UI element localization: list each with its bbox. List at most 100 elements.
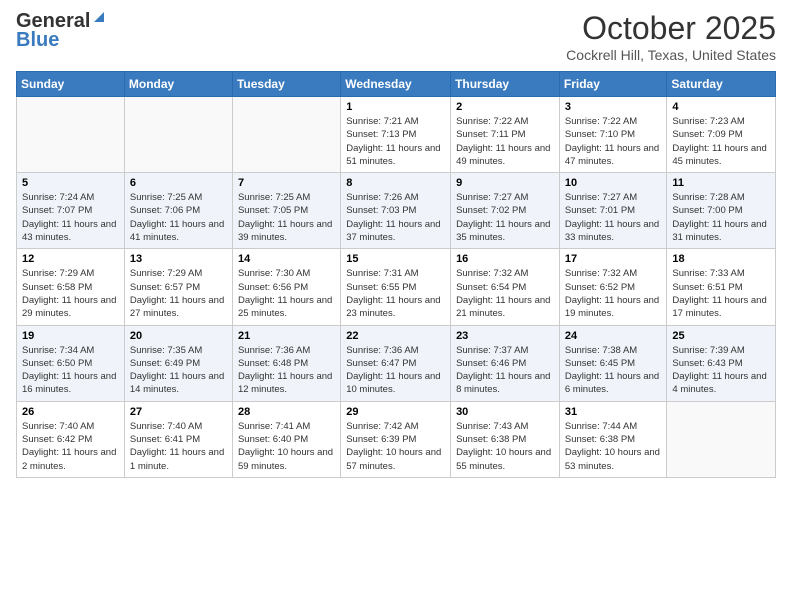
day-number: 22	[346, 330, 445, 342]
table-cell: 3 Sunrise: 7:22 AMSunset: 7:10 PMDaylight…	[559, 97, 667, 173]
calendar-week-row: 12 Sunrise: 7:29 AMSunset: 6:58 PMDayligh…	[17, 249, 776, 325]
day-number: 4	[672, 101, 770, 113]
day-number: 8	[346, 177, 445, 189]
calendar-week-row: 26 Sunrise: 7:40 AMSunset: 6:42 PMDayligh…	[17, 401, 776, 477]
day-info: Sunrise: 7:27 AMSunset: 7:02 PMDaylight:…	[456, 191, 554, 244]
day-number: 19	[22, 330, 119, 342]
table-cell: 20Sunrise: 7:35 AMSunset: 6:49 PMDayligh…	[124, 325, 232, 401]
page-header: General Blue October 2025 Cockrell Hill,…	[16, 10, 776, 63]
calendar-week-row: 1 Sunrise: 7:21 AMSunset: 7:13 PMDaylight…	[17, 97, 776, 173]
day-number: 21	[238, 330, 335, 342]
day-info: Sunrise: 7:38 AMSunset: 6:45 PMDaylight:…	[565, 344, 662, 397]
table-cell: 5Sunrise: 7:24 AMSunset: 7:07 PMDaylight…	[17, 173, 125, 249]
table-cell: 1 Sunrise: 7:21 AMSunset: 7:13 PMDaylight…	[341, 97, 451, 173]
day-info: Sunrise: 7:42 AMSunset: 6:39 PMDaylight:…	[346, 420, 445, 473]
table-cell: 22 Sunrise: 7:36 AMSunset: 6:47 PMDayligh…	[341, 325, 451, 401]
day-number: 26	[22, 406, 119, 418]
day-number: 2	[456, 101, 554, 113]
day-number: 20	[130, 330, 227, 342]
col-friday: Friday	[559, 72, 667, 97]
day-info: Sunrise: 7:36 AMSunset: 6:48 PMDaylight:…	[238, 344, 335, 397]
day-info: Sunrise: 7:32 AMSunset: 6:54 PMDaylight:…	[456, 267, 554, 320]
calendar-week-row: 5Sunrise: 7:24 AMSunset: 7:07 PMDaylight…	[17, 173, 776, 249]
day-info: Sunrise: 7:21 AMSunset: 7:13 PMDaylight:…	[346, 115, 445, 168]
col-thursday: Thursday	[451, 72, 560, 97]
day-info: Sunrise: 7:22 AMSunset: 7:11 PMDaylight:…	[456, 115, 554, 168]
day-number: 12	[22, 253, 119, 265]
table-cell: 23 Sunrise: 7:37 AMSunset: 6:46 PMDayligh…	[451, 325, 560, 401]
day-info: Sunrise: 7:23 AMSunset: 7:09 PMDaylight:…	[672, 115, 770, 168]
title-block: October 2025 Cockrell Hill, Texas, Unite…	[566, 10, 776, 63]
table-cell	[17, 97, 125, 173]
day-info: Sunrise: 7:24 AMSunset: 7:07 PMDaylight:…	[22, 191, 119, 244]
col-wednesday: Wednesday	[341, 72, 451, 97]
day-info: Sunrise: 7:31 AMSunset: 6:55 PMDaylight:…	[346, 267, 445, 320]
logo: General Blue	[16, 10, 106, 52]
table-cell: 19 Sunrise: 7:34 AMSunset: 6:50 PMDayligh…	[17, 325, 125, 401]
day-number: 25	[672, 330, 770, 342]
day-number: 11	[672, 177, 770, 189]
day-info: Sunrise: 7:28 AMSunset: 7:00 PMDaylight:…	[672, 191, 770, 244]
day-number: 28	[238, 406, 335, 418]
table-cell: 13 Sunrise: 7:29 AMSunset: 6:57 PMDayligh…	[124, 249, 232, 325]
day-info: Sunrise: 7:29 AMSunset: 6:57 PMDaylight:…	[130, 267, 227, 320]
table-cell: 10Sunrise: 7:27 AMSunset: 7:01 PMDayligh…	[559, 173, 667, 249]
day-number: 13	[130, 253, 227, 265]
table-cell	[667, 401, 776, 477]
day-info: Sunrise: 7:37 AMSunset: 6:46 PMDaylight:…	[456, 344, 554, 397]
day-info: Sunrise: 7:26 AMSunset: 7:03 PMDaylight:…	[346, 191, 445, 244]
day-number: 29	[346, 406, 445, 418]
day-info: Sunrise: 7:40 AMSunset: 6:41 PMDaylight:…	[130, 420, 227, 473]
day-info: Sunrise: 7:25 AMSunset: 7:05 PMDaylight:…	[238, 191, 335, 244]
calendar-week-row: 19 Sunrise: 7:34 AMSunset: 6:50 PMDayligh…	[17, 325, 776, 401]
col-tuesday: Tuesday	[232, 72, 340, 97]
day-info: Sunrise: 7:25 AMSunset: 7:06 PMDaylight:…	[130, 191, 227, 244]
day-info: Sunrise: 7:30 AMSunset: 6:56 PMDaylight:…	[238, 267, 335, 320]
day-info: Sunrise: 7:40 AMSunset: 6:42 PMDaylight:…	[22, 420, 119, 473]
day-number: 31	[565, 406, 662, 418]
day-info: Sunrise: 7:41 AMSunset: 6:40 PMDaylight:…	[238, 420, 335, 473]
table-cell: 24 Sunrise: 7:38 AMSunset: 6:45 PMDayligh…	[559, 325, 667, 401]
table-cell: 26 Sunrise: 7:40 AMSunset: 6:42 PMDayligh…	[17, 401, 125, 477]
location-subtitle: Cockrell Hill, Texas, United States	[566, 47, 776, 63]
col-saturday: Saturday	[667, 72, 776, 97]
day-info: Sunrise: 7:36 AMSunset: 6:47 PMDaylight:…	[346, 344, 445, 397]
table-cell: 9Sunrise: 7:27 AMSunset: 7:02 PMDaylight…	[451, 173, 560, 249]
table-cell: 11 Sunrise: 7:28 AMSunset: 7:00 PMDayligh…	[667, 173, 776, 249]
table-cell: 7 Sunrise: 7:25 AMSunset: 7:05 PMDaylight…	[232, 173, 340, 249]
table-cell: 31 Sunrise: 7:44 AMSunset: 6:38 PMDayligh…	[559, 401, 667, 477]
col-sunday: Sunday	[17, 72, 125, 97]
table-cell: 2 Sunrise: 7:22 AMSunset: 7:11 PMDaylight…	[451, 97, 560, 173]
day-number: 7	[238, 177, 335, 189]
logo-triangle-icon	[92, 10, 106, 29]
table-cell: 28 Sunrise: 7:41 AMSunset: 6:40 PMDayligh…	[232, 401, 340, 477]
table-cell: 15 Sunrise: 7:31 AMSunset: 6:55 PMDayligh…	[341, 249, 451, 325]
day-number: 16	[456, 253, 554, 265]
day-info: Sunrise: 7:33 AMSunset: 6:51 PMDaylight:…	[672, 267, 770, 320]
month-title: October 2025	[566, 10, 776, 47]
day-number: 24	[565, 330, 662, 342]
table-cell: 17Sunrise: 7:32 AMSunset: 6:52 PMDayligh…	[559, 249, 667, 325]
table-cell: 21 Sunrise: 7:36 AMSunset: 6:48 PMDayligh…	[232, 325, 340, 401]
table-cell: 27 Sunrise: 7:40 AMSunset: 6:41 PMDayligh…	[124, 401, 232, 477]
day-info: Sunrise: 7:44 AMSunset: 6:38 PMDaylight:…	[565, 420, 662, 473]
day-number: 27	[130, 406, 227, 418]
day-number: 23	[456, 330, 554, 342]
table-cell: 30Sunrise: 7:43 AMSunset: 6:38 PMDayligh…	[451, 401, 560, 477]
table-cell	[232, 97, 340, 173]
day-number: 14	[238, 253, 335, 265]
day-info: Sunrise: 7:29 AMSunset: 6:58 PMDaylight:…	[22, 267, 119, 320]
day-info: Sunrise: 7:27 AMSunset: 7:01 PMDaylight:…	[565, 191, 662, 244]
table-cell: 6Sunrise: 7:25 AMSunset: 7:06 PMDaylight…	[124, 173, 232, 249]
table-cell: 12 Sunrise: 7:29 AMSunset: 6:58 PMDayligh…	[17, 249, 125, 325]
table-cell: 8 Sunrise: 7:26 AMSunset: 7:03 PMDaylight…	[341, 173, 451, 249]
day-number: 18	[672, 253, 770, 265]
calendar-header-row: Sunday Monday Tuesday Wednesday Thursday…	[17, 72, 776, 97]
day-info: Sunrise: 7:34 AMSunset: 6:50 PMDaylight:…	[22, 344, 119, 397]
calendar-table: Sunday Monday Tuesday Wednesday Thursday…	[16, 71, 776, 478]
day-number: 3	[565, 101, 662, 113]
day-number: 1	[346, 101, 445, 113]
day-number: 15	[346, 253, 445, 265]
day-info: Sunrise: 7:22 AMSunset: 7:10 PMDaylight:…	[565, 115, 662, 168]
table-cell: 18 Sunrise: 7:33 AMSunset: 6:51 PMDayligh…	[667, 249, 776, 325]
